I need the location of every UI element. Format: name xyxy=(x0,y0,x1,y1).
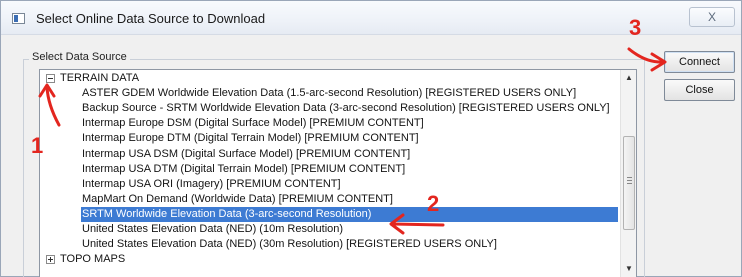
list-item-label: ASTER GDEM Worldwide Elevation Data (1.5… xyxy=(82,87,577,100)
list-item[interactable]: Intermap USA DSM (Digital Surface Model)… xyxy=(40,147,620,162)
scroll-up-arrow-icon[interactable]: ▲ xyxy=(621,70,636,86)
window-close-button[interactable]: X xyxy=(689,7,735,27)
list-item[interactable]: United States Elevation Data (NED) (30m … xyxy=(40,237,620,252)
vertical-scrollbar[interactable]: ▲ ▼ xyxy=(620,70,636,277)
list-item[interactable]: MapMart On Demand (Worldwide Data) [PREM… xyxy=(40,192,620,207)
annotation-number-3: 3 xyxy=(629,15,642,40)
list-item-label: Intermap USA ORI (Imagery) [PREMIUM CONT… xyxy=(82,177,341,190)
list-item-label: United States Elevation Data (NED) (30m … xyxy=(82,238,497,251)
list-item-label: TERRAIN DATA xyxy=(60,72,140,84)
download-dialog: Select Online Data Source to Download X … xyxy=(0,0,742,277)
scroll-thumb[interactable] xyxy=(623,136,635,230)
category-row[interactable]: TERRAIN DATA xyxy=(40,71,620,86)
list-item[interactable]: Intermap USA ORI (Imagery) [PREMIUM CONT… xyxy=(40,177,620,192)
collapse-minus-icon[interactable] xyxy=(46,74,55,83)
list-item[interactable]: United States Elevation Data (NED) (10m … xyxy=(40,222,620,237)
category-row[interactable]: TOPO MAPS xyxy=(40,252,620,267)
window-app-icon xyxy=(12,13,25,24)
connect-button[interactable]: Connect xyxy=(664,51,735,73)
window-title: Select Online Data Source to Download xyxy=(36,11,266,26)
list-item[interactable]: Intermap Europe DTM (Digital Terrain Mod… xyxy=(40,131,620,146)
close-button[interactable]: Close xyxy=(664,79,735,101)
expand-plus-icon[interactable] xyxy=(46,255,55,265)
list-item[interactable]: ASTER GDEM Worldwide Elevation Data (1.5… xyxy=(40,86,620,101)
list-item-label: Intermap USA DSM (Digital Surface Model)… xyxy=(82,147,411,160)
list-item-label: United States Elevation Data (NED) (10m … xyxy=(82,223,344,235)
list-item-label: SRTM Worldwide Elevation Data (3-arc-sec… xyxy=(82,207,372,220)
list-item[interactable]: Intermap USA DTM (Digital Terrain Model)… xyxy=(40,162,620,177)
scroll-grip-icon xyxy=(627,177,632,184)
list-item[interactable]: Backup Source - SRTM Worldwide Elevation… xyxy=(40,101,620,116)
list-item-label: Backup Source - SRTM Worldwide Elevation… xyxy=(82,102,610,115)
list-item-label: Intermap Europe DTM (Digital Terrain Mod… xyxy=(82,132,419,145)
annotation-number-1: 1 xyxy=(31,133,44,158)
annotation-number-2: 2 xyxy=(427,191,440,216)
group-label: Select Data Source xyxy=(29,51,130,63)
list-item[interactable]: SRTM Worldwide Elevation Data (3-arc-sec… xyxy=(40,206,620,222)
list-item-label: Intermap Europe DSM (Digital Surface Mod… xyxy=(82,117,424,130)
list-item-label: Intermap USA DTM (Digital Terrain Model)… xyxy=(82,162,406,175)
list-item[interactable]: Intermap Europe DSM (Digital Surface Mod… xyxy=(40,116,620,131)
list-item-label: MapMart On Demand (Worldwide Data) [PREM… xyxy=(82,192,393,205)
list-item-label: TOPO MAPS xyxy=(60,253,126,266)
scroll-down-arrow-icon[interactable]: ▼ xyxy=(621,261,636,277)
data-source-list[interactable]: TERRAIN DATA ASTER GDEM Worldwide Elevati… xyxy=(39,69,637,277)
